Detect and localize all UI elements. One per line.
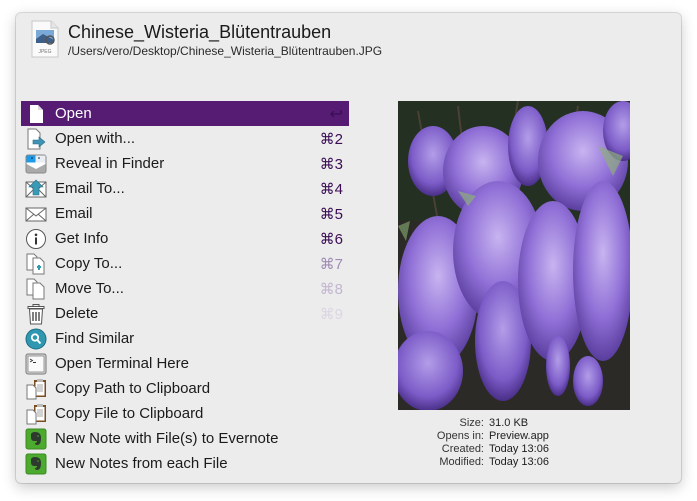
- menu-item-label: Reveal in Finder: [55, 155, 165, 172]
- menu-item-copy-path-to-clipboard[interactable]: Copy Path to Clipboard: [21, 376, 349, 401]
- menu-item-label: Email To...: [55, 180, 125, 197]
- menu-item-label: Find Similar: [55, 330, 135, 347]
- menu-item-label: New Note with File(s) to Evernote: [55, 430, 279, 447]
- copy-to-icon: [25, 253, 47, 275]
- menu-item-label: Email: [55, 205, 93, 222]
- menu-item-copy-to[interactable]: Copy To... ⌘7: [21, 251, 349, 276]
- menu-item-move-to[interactable]: Move To... ⌘8: [21, 276, 349, 301]
- info-icon: [25, 228, 47, 250]
- menu-item-label: Copy To...: [55, 255, 123, 272]
- meta-opens-in: Opens in: Preview.app: [390, 430, 640, 443]
- document-icon: [25, 103, 47, 125]
- meta-modified: Modified: Today 13:06: [390, 456, 640, 469]
- meta-value: Today 13:06: [489, 456, 549, 468]
- meta-key: Size:: [459, 417, 484, 429]
- shortcut: ⌘6: [319, 230, 343, 248]
- menu-item-label: Open Terminal Here: [55, 355, 189, 372]
- menu-item-new-note-evernote[interactable]: New Note with File(s) to Evernote: [21, 426, 349, 451]
- svg-text:JPEG: JPEG: [38, 49, 51, 55]
- menu-item-label: New Notes from each File: [55, 455, 228, 472]
- menu-item-label: Open: [55, 105, 92, 122]
- menu-item-email[interactable]: Email ⌘5: [21, 201, 349, 226]
- envelope-icon: [25, 203, 47, 225]
- meta-key: Created:: [441, 443, 484, 455]
- menu-item-open-terminal-here[interactable]: Open Terminal Here: [21, 351, 349, 376]
- meta-value: Today 13:06: [489, 443, 549, 455]
- menu-item-reveal-in-finder[interactable]: Reveal in Finder ⌘3: [21, 151, 349, 176]
- meta-key: Opens in:: [436, 430, 484, 442]
- file-header: JPEG Chinese_Wisteria_Blütentrauben /Use…: [30, 20, 671, 62]
- email-to-icon: [25, 178, 47, 200]
- menu-item-find-similar[interactable]: Find Similar: [21, 326, 349, 351]
- menu-item-copy-file-to-clipboard[interactable]: Copy File to Clipboard: [21, 401, 349, 426]
- clipboard-icon: [25, 378, 47, 400]
- menu-item-label: Move To...: [55, 280, 124, 297]
- menu-item-label: Copy File to Clipboard: [55, 405, 204, 422]
- menu-item-label: Open with...: [55, 130, 136, 147]
- meta-value: Preview.app: [489, 430, 549, 442]
- trash-icon: [25, 303, 47, 325]
- meta-size: Size: 31.0 KB: [390, 417, 640, 430]
- quick-actions-window: JPEG Chinese_Wisteria_Blütentrauben /Use…: [16, 13, 681, 483]
- shortcut: ⌘4: [319, 180, 343, 198]
- menu-item-label: Delete: [55, 305, 99, 322]
- file-title: Chinese_Wisteria_Blütentrauben: [68, 22, 332, 42]
- menu-item-label: Get Info: [55, 230, 109, 247]
- shortcut-return: ↩: [329, 105, 343, 123]
- action-menu: Open ↩ Open with... ⌘2 Reveal in Finder …: [21, 101, 349, 476]
- image-preview: [398, 101, 630, 410]
- meta-created: Created: Today 13:06: [390, 443, 640, 456]
- shortcut: ⌘7: [319, 255, 343, 273]
- terminal-icon: [25, 353, 47, 375]
- clipboard-icon: [25, 403, 47, 425]
- evernote-icon: [25, 428, 47, 450]
- menu-item-label: Copy Path to Clipboard: [55, 380, 211, 397]
- shortcut: ⌘9: [319, 305, 343, 323]
- meta-key: Modified:: [439, 456, 484, 468]
- shortcut: ⌘3: [319, 155, 343, 173]
- menu-item-open-with[interactable]: Open with... ⌘2: [21, 126, 349, 151]
- finder-icon: [25, 153, 47, 175]
- magnifier-icon: [25, 328, 47, 350]
- menu-item-delete[interactable]: Delete ⌘9: [21, 301, 349, 326]
- file-path: /Users/vero/Desktop/Chinese_Wisteria_Blü…: [68, 44, 383, 58]
- move-to-icon: [25, 278, 47, 300]
- menu-item-open[interactable]: Open ↩: [21, 101, 349, 126]
- menu-item-get-info[interactable]: Get Info ⌘6: [21, 226, 349, 251]
- menu-item-email-to[interactable]: Email To... ⌘4: [21, 176, 349, 201]
- evernote-icon: [25, 453, 47, 475]
- meta-value: 31.0 KB: [489, 417, 529, 429]
- open-with-icon: [25, 128, 47, 150]
- menu-item-new-notes-each-file[interactable]: New Notes from each File: [21, 451, 349, 476]
- file-metadata: Size: 31.0 KB Opens in: Preview.app Crea…: [390, 417, 640, 469]
- shortcut: ⌘2: [319, 130, 343, 148]
- shortcut: ⌘8: [319, 280, 343, 298]
- jpeg-file-icon: JPEG: [30, 20, 60, 58]
- shortcut: ⌘5: [319, 205, 343, 223]
